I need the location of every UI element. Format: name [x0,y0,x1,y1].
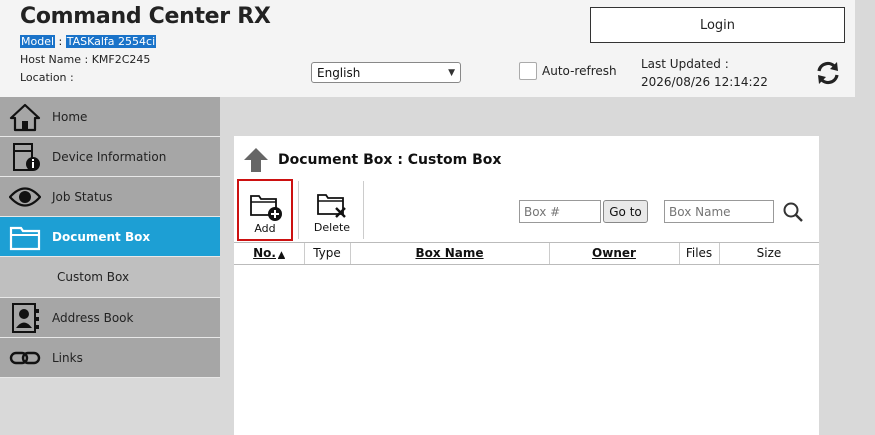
sidebar: Home Device Information Job Status Docum… [0,97,220,378]
delete-button[interactable]: Delete [304,180,360,240]
auto-refresh: Auto-refresh [519,62,617,80]
sidebar-item-label: Document Box [52,230,151,244]
link-icon [9,351,41,365]
sidebar-item-document-box[interactable]: Document Box [0,217,220,257]
app-title: Command Center RX [20,4,271,29]
add-label: Add [254,222,276,235]
up-arrow-icon[interactable] [242,146,270,174]
folder-add-icon [250,195,282,221]
header: Command Center RX Model : TASKalfa 2554c… [0,0,855,97]
sidebar-subitem-custom-box[interactable]: Custom Box [0,257,220,298]
sidebar-item-address-book[interactable]: Address Book [0,298,220,338]
host-name: Host Name : KMF2C245 [20,53,151,66]
box-number-input[interactable] [519,200,601,223]
sidebar-item-label: Address Book [52,311,134,325]
folder-delete-icon [317,194,346,218]
column-header-size: Size [756,246,782,260]
model-label: Model [20,35,56,48]
sidebar-item-device-information[interactable]: Device Information [0,137,220,177]
main-panel: Document Box : Custom Box Add Delete Go … [234,136,819,435]
device-info-icon [13,143,40,171]
home-icon [9,103,41,132]
chevron-down-icon: ▼ [448,67,455,78]
column-header-files: Files [685,246,713,260]
sort-asc-icon: ▲ [277,250,285,260]
sidebar-item-links[interactable]: Links [0,338,220,378]
column-header-no[interactable]: No. ▲ [234,243,304,264]
location: Location : [20,71,74,84]
toolbar-divider [298,181,299,239]
column-header-box-name[interactable]: Box Name [350,243,549,264]
auto-refresh-label: Auto-refresh [542,64,617,78]
last-updated: Last Updated : 2026/08/26 12:14:22 [641,55,768,91]
column-header-owner[interactable]: Owner [549,243,679,264]
search-icon[interactable] [782,201,804,223]
last-updated-value: 2026/08/26 12:14:22 [641,75,768,89]
sidebar-item-label: Device Information [52,150,167,164]
last-updated-label: Last Updated : [641,57,729,71]
sidebar-item-label: Links [52,351,83,365]
sidebar-item-job-status[interactable]: Job Status [0,177,220,217]
sidebar-item-home[interactable]: Home [0,97,220,137]
address-book-icon [12,303,39,333]
page-title: Document Box : Custom Box [278,152,502,168]
language-select[interactable]: English ▼ [311,62,461,83]
language-value: English [317,65,361,80]
eye-icon [9,187,41,207]
page-heading: Document Box : Custom Box [242,146,501,174]
toolbar-divider [363,181,364,239]
model-value: TASKalfa 2554ci [65,35,157,48]
table-header: No. ▲ Type Box Name Owner Files Size [234,242,819,265]
sidebar-item-label: Home [52,110,88,124]
column-header-type: Type [313,246,341,260]
go-to-button[interactable]: Go to [603,200,648,223]
add-button[interactable]: Add [237,179,293,241]
delete-label: Delete [313,221,351,234]
folder-icon [9,226,41,251]
auto-refresh-checkbox[interactable] [519,62,537,80]
sidebar-item-label: Job Status [52,190,113,204]
login-button[interactable]: Login [590,7,845,43]
model-row: Model : TASKalfa 2554ci [20,35,157,48]
box-name-input[interactable] [664,200,774,223]
refresh-icon[interactable] [813,58,843,88]
